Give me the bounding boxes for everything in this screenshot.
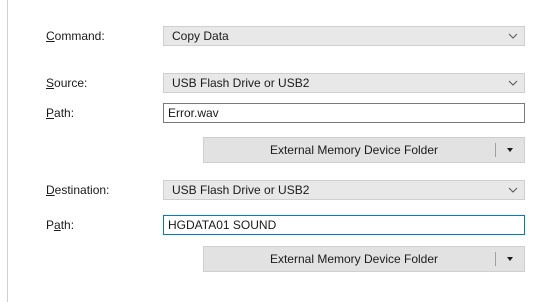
source-path-label-text: ath: bbox=[54, 106, 75, 120]
destination-device-dropdown[interactable]: USB Flash Drive or USB2 bbox=[163, 180, 525, 200]
destination-folder-dropdown-arrow[interactable] bbox=[496, 247, 524, 271]
source-label: Source: bbox=[46, 73, 87, 93]
destination-path-label: Path: bbox=[46, 215, 74, 235]
triangle-down-icon bbox=[507, 257, 513, 261]
source-label-mnemonic: S bbox=[46, 76, 55, 90]
chevron-down-icon bbox=[508, 80, 518, 86]
left-divider bbox=[7, 0, 8, 302]
destination-folder-split-button[interactable]: External Memory Device Folder bbox=[203, 246, 525, 272]
source-device-value: USB Flash Drive or USB2 bbox=[172, 76, 310, 90]
command-label: Command: bbox=[46, 26, 105, 46]
source-path-label: Path: bbox=[46, 103, 74, 123]
chevron-down-icon bbox=[508, 33, 518, 39]
destination-label-mnemonic: D bbox=[46, 183, 55, 197]
source-folder-dropdown-arrow[interactable] bbox=[496, 138, 524, 162]
triangle-down-icon bbox=[507, 148, 513, 152]
destination-path-label-pre: P bbox=[46, 218, 55, 232]
destination-label-text: estination: bbox=[54, 183, 110, 197]
command-dropdown-value: Copy Data bbox=[172, 29, 229, 43]
destination-folder-button-label: External Memory Device Folder bbox=[269, 252, 439, 266]
source-folder-split-button[interactable]: External Memory Device Folder bbox=[203, 137, 525, 163]
destination-label: Destination: bbox=[46, 180, 109, 200]
source-device-dropdown[interactable]: USB Flash Drive or USB2 bbox=[163, 73, 525, 93]
source-path-label-mnemonic: P bbox=[46, 106, 55, 120]
command-dropdown[interactable]: Copy Data bbox=[163, 26, 525, 46]
destination-path-input[interactable]: HGDATA01 SOUND bbox=[163, 215, 525, 235]
destination-path-label-mnemonic: a bbox=[54, 218, 61, 232]
command-label-text: ommand: bbox=[54, 29, 105, 43]
chevron-down-icon bbox=[508, 187, 518, 193]
command-label-mnemonic: C bbox=[46, 29, 55, 43]
source-label-text: ource: bbox=[54, 76, 88, 90]
copy-data-dialog: Command: Copy Data Source: USB Flash Dri… bbox=[0, 0, 545, 302]
source-folder-button-label: External Memory Device Folder bbox=[269, 143, 439, 157]
destination-device-value: USB Flash Drive or USB2 bbox=[172, 183, 310, 197]
source-path-input[interactable]: Error.wav bbox=[163, 103, 525, 123]
destination-path-label-text: th: bbox=[60, 218, 75, 232]
